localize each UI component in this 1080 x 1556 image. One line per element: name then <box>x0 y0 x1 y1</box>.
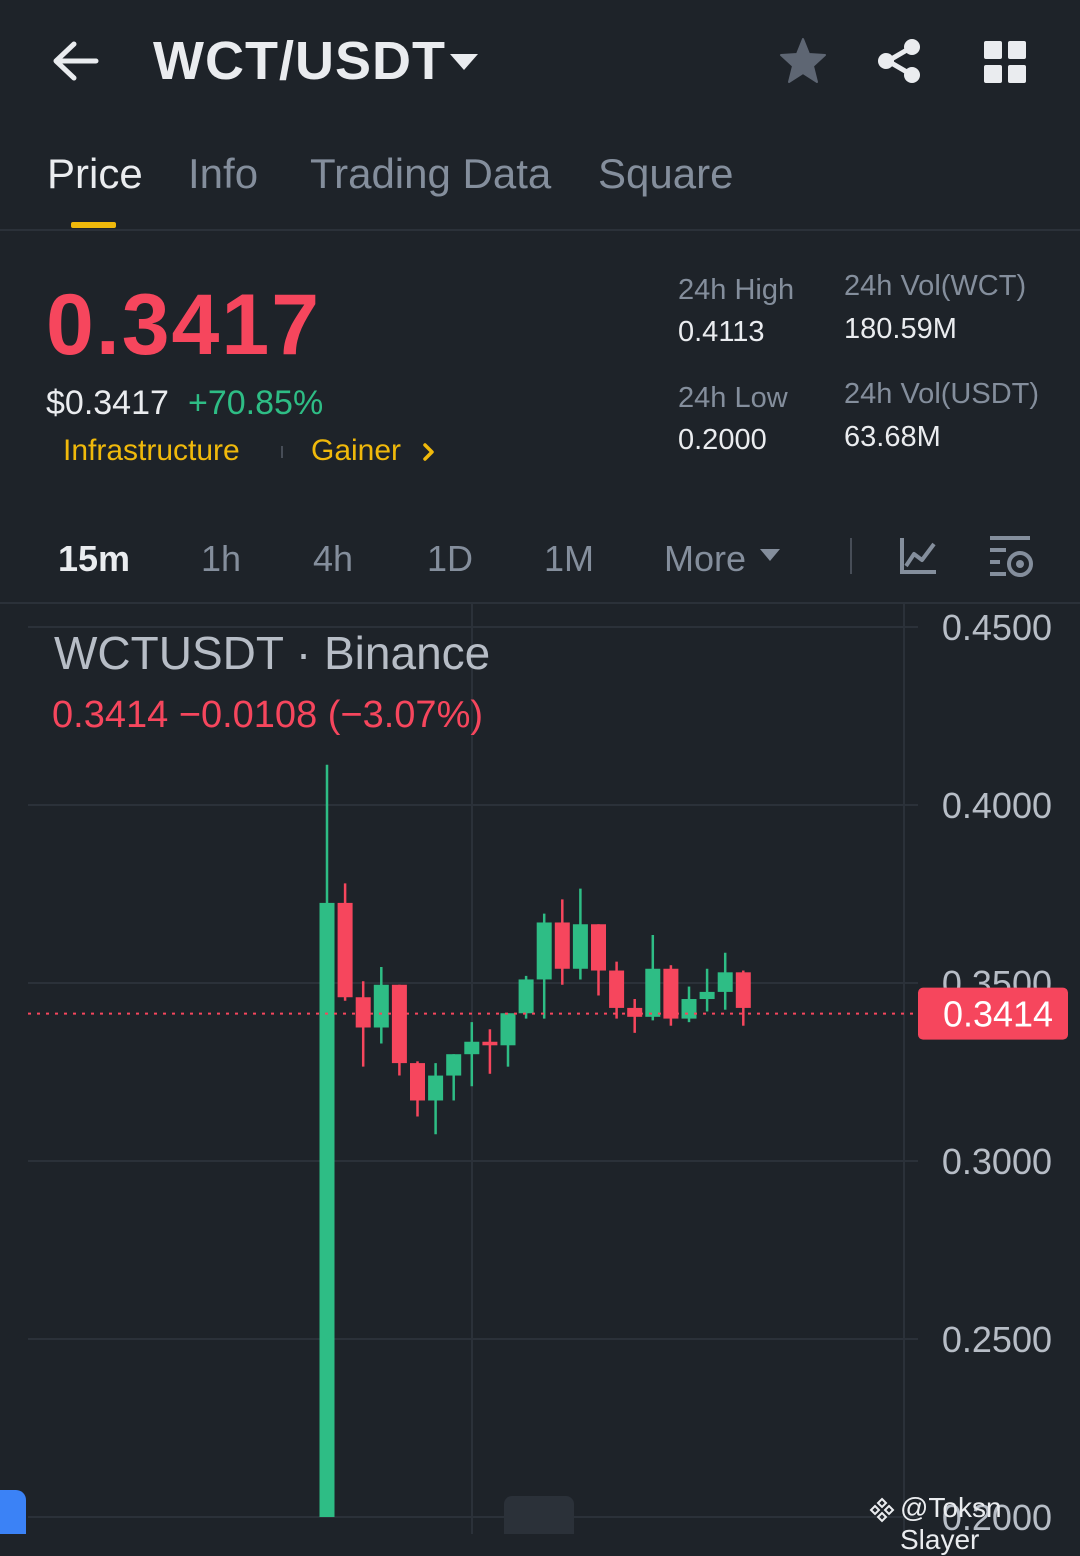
interval-more[interactable]: More <box>664 538 746 580</box>
candle-body <box>518 979 534 1014</box>
candle-body <box>319 902 335 1517</box>
usd-price: $0.3417 <box>46 384 169 422</box>
interval-1h[interactable]: 1h <box>201 538 241 580</box>
tag-gainer[interactable]: Gainer <box>311 434 401 468</box>
candle-body <box>500 1013 516 1046</box>
price-change-percent: +70.85% <box>188 384 324 422</box>
interval-4h[interactable]: 4h <box>313 538 353 580</box>
candlestick-chart[interactable]: 0.45000.40000.35000.30000.25000.20000.34… <box>0 604 1080 1534</box>
drawer-handle[interactable] <box>0 1490 26 1534</box>
grid-menu-icon[interactable] <box>984 41 1026 83</box>
stat-24h-vol-usdt-value: 63.68M <box>844 421 941 453</box>
candle-body <box>554 922 570 969</box>
tab-square[interactable]: Square <box>598 150 733 198</box>
stat-24h-low-label: 24h Low <box>678 382 788 414</box>
tab-info[interactable]: Info <box>188 150 258 198</box>
y-tick-label: 0.3000 <box>942 1141 1052 1182</box>
candle-body <box>464 1041 480 1055</box>
interval-1d[interactable]: 1D <box>427 538 473 580</box>
tab-price[interactable]: Price <box>47 150 143 198</box>
pair-title[interactable]: WCT/USDT <box>153 30 446 92</box>
watermark-text: @Toksn Slayer <box>900 1492 1002 1555</box>
stat-24h-high-value: 0.4113 <box>678 316 765 348</box>
candle-body <box>482 1041 498 1046</box>
interval-1m[interactable]: 1M <box>544 538 594 580</box>
candle-body <box>337 902 353 998</box>
candle-body <box>609 970 625 1008</box>
binance-logo-icon <box>869 1497 895 1523</box>
candle-body <box>572 924 588 969</box>
stat-24h-vol-wct-label: 24h Vol(WCT) <box>844 270 1027 302</box>
divider <box>850 538 852 574</box>
tab-trading-data[interactable]: Trading Data <box>310 150 551 198</box>
y-tick-label: 0.4500 <box>942 607 1052 648</box>
candle-body <box>391 984 407 1064</box>
candle-body <box>717 972 733 992</box>
candle-body <box>536 922 552 980</box>
indicator-chart-icon[interactable] <box>898 536 938 576</box>
candle-body <box>681 999 697 1019</box>
chart-ohlc-text: 0.3414 −0.0108 (−3.07%) <box>52 694 484 736</box>
stat-24h-low-value: 0.2000 <box>678 424 767 456</box>
candle-body <box>591 924 606 971</box>
chart-settings-icon[interactable] <box>988 534 1034 580</box>
candle-body <box>645 968 661 1017</box>
current-price-label: 0.3414 <box>943 994 1053 1035</box>
y-tick-label: 0.4000 <box>942 785 1052 826</box>
share-icon[interactable] <box>876 38 922 84</box>
more-caret-icon[interactable] <box>760 549 780 561</box>
interval-15m[interactable]: 15m <box>58 538 130 580</box>
active-tab-indicator <box>71 222 116 228</box>
candle-body <box>373 984 389 1028</box>
chevron-right-icon[interactable] <box>420 440 438 464</box>
last-price: 0.3417 <box>46 277 322 373</box>
stat-24h-vol-usdt-label: 24h Vol(USDT) <box>844 378 1040 410</box>
candle-body <box>627 1007 643 1017</box>
stat-24h-vol-wct-value: 180.59M <box>844 313 957 345</box>
divider <box>0 229 1080 231</box>
candle-body <box>355 997 371 1028</box>
candle-body <box>699 991 715 1000</box>
stat-24h-high-label: 24h High <box>678 274 795 306</box>
back-arrow-icon[interactable] <box>50 38 102 84</box>
candle-body <box>446 1054 462 1076</box>
star-icon[interactable] <box>778 36 828 86</box>
candle-body <box>735 972 751 1008</box>
candle-body <box>410 1063 425 1101</box>
candle-body <box>428 1075 444 1101</box>
tag-separator <box>281 446 283 458</box>
reset-chart-button[interactable] <box>504 1496 574 1534</box>
tag-infrastructure[interactable]: Infrastructure <box>63 434 240 468</box>
dropdown-caret-icon[interactable] <box>450 54 478 70</box>
candle-body <box>663 968 679 1019</box>
chart-symbol-label: WCTUSDT · Binance <box>54 627 491 679</box>
y-tick-label: 0.2500 <box>942 1319 1052 1360</box>
